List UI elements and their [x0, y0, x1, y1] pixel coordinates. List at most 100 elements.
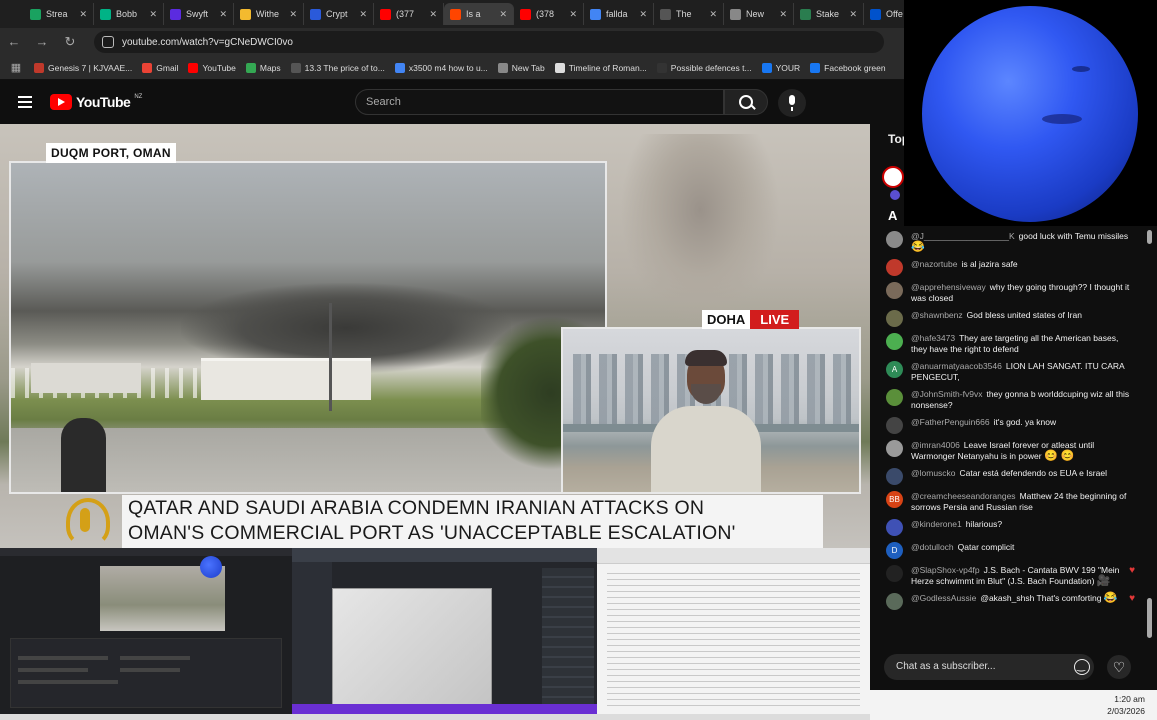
- browser-tab[interactable]: Swyft ✕: [164, 3, 234, 25]
- browser-tab[interactable]: The ✕: [654, 3, 724, 25]
- chat-message[interactable]: @apprehensiveway why they going through??…: [870, 279, 1145, 307]
- chat-message[interactable]: @shawnbenz God bless united states of Ira…: [870, 307, 1145, 330]
- message-author[interactable]: @JohnSmith-fv9vx: [911, 389, 982, 399]
- message-author[interactable]: @lomuscko: [911, 468, 956, 478]
- youtube-logo[interactable]: YouTube NZ: [50, 94, 142, 110]
- window-thumbnail-document[interactable]: [597, 548, 870, 714]
- user-avatar[interactable]: [886, 333, 903, 350]
- browser-tab[interactable]: Strea ✕: [24, 3, 94, 25]
- close-tab-icon[interactable]: ✕: [219, 9, 227, 20]
- message-author[interactable]: @dotulloch: [911, 542, 954, 552]
- user-avatar[interactable]: [886, 282, 903, 299]
- chat-message[interactable]: @imran4006 Leave Israel forever or atleas…: [870, 437, 1145, 465]
- user-avatar[interactable]: BB: [886, 491, 903, 508]
- user-avatar[interactable]: [886, 440, 903, 457]
- chat-input[interactable]: Chat as a subscriber...: [884, 654, 1094, 680]
- browser-tab[interactable]: (377 ✕: [374, 3, 444, 25]
- chat-message[interactable]: D @dotulloch Qatar complicit: [870, 539, 1145, 562]
- user-avatar[interactable]: [886, 565, 903, 582]
- bookmark-item[interactable]: Facebook green: [810, 62, 886, 73]
- close-tab-icon[interactable]: ✕: [499, 9, 507, 20]
- bookmark-item[interactable]: Gmail: [142, 62, 178, 73]
- voice-search-button[interactable]: [778, 89, 806, 117]
- scroll-thumb[interactable]: [1147, 230, 1152, 244]
- site-info-icon[interactable]: [102, 36, 114, 48]
- apps-grid-icon[interactable]: ▦: [8, 60, 24, 76]
- bookmark-item[interactable]: 13.3 The price of to...: [290, 62, 385, 73]
- user-avatar[interactable]: [886, 389, 903, 406]
- reload-icon[interactable]: ↻: [62, 34, 78, 50]
- browser-tab[interactable]: Withe ✕: [234, 3, 304, 25]
- close-tab-icon[interactable]: ✕: [569, 9, 577, 20]
- message-author[interactable]: @imran4006: [911, 440, 960, 450]
- message-author[interactable]: @J__________________K: [911, 231, 1015, 241]
- browser-tab[interactable]: (378 ✕: [514, 3, 584, 25]
- chat-message[interactable]: @hafe3473 They are targeting all the Amer…: [870, 330, 1145, 358]
- chat-message[interactable]: @FatherPenguin666 it's god. ya know: [870, 414, 1145, 437]
- chat-message[interactable]: @lomuscko Catar está defendendo os EUA e …: [870, 465, 1145, 488]
- user-avatar[interactable]: [886, 593, 903, 610]
- browser-tab[interactable]: Bobb ✕: [94, 3, 164, 25]
- bookmark-item[interactable]: x3500 m4 how to u...: [394, 62, 488, 73]
- video-player[interactable]: DUQM PORT, OMAN DOHA LIVE QATAR AND SAUD…: [0, 124, 870, 548]
- message-author[interactable]: @nazortube: [911, 259, 957, 269]
- search-button[interactable]: [724, 89, 768, 115]
- message-author[interactable]: @creamcheeseandoranges: [911, 491, 1016, 501]
- bookmark-item[interactable]: Maps: [245, 62, 281, 73]
- close-tab-icon[interactable]: ✕: [79, 9, 87, 20]
- chat-scrollbar[interactable]: [1147, 228, 1153, 648]
- chat-message[interactable]: A @anuarmatyaacob3546 LION LAH SANGAT. ITU…: [870, 358, 1145, 386]
- back-icon[interactable]: ←: [6, 34, 22, 50]
- chat-message[interactable]: BB @creamcheeseandoranges Matthew 24 the b…: [870, 488, 1145, 516]
- bookmark-item[interactable]: Timeline of Roman...: [554, 62, 647, 73]
- browser-tab[interactable]: Crypt ✕: [304, 3, 374, 25]
- browser-tab[interactable]: Stake ✕: [794, 3, 864, 25]
- message-author[interactable]: @SlapShox-vp4fp: [911, 565, 980, 575]
- close-tab-icon[interactable]: ✕: [639, 9, 647, 20]
- address-bar[interactable]: youtube.com/watch?v=gCNeDWCI0vo: [94, 31, 884, 53]
- message-author[interactable]: @kinderone1: [911, 519, 962, 529]
- chat-message[interactable]: @J__________________K good luck with Temu…: [870, 228, 1145, 256]
- browser-tab[interactable]: New ✕: [724, 3, 794, 25]
- emoji-icon[interactable]: [1074, 659, 1090, 675]
- user-avatar[interactable]: [886, 417, 903, 434]
- close-tab-icon[interactable]: ✕: [709, 9, 717, 20]
- browser-tab[interactable]: fallda ✕: [584, 3, 654, 25]
- menu-icon[interactable]: [18, 96, 32, 108]
- user-avatar[interactable]: [886, 231, 903, 248]
- user-avatar[interactable]: [886, 468, 903, 485]
- message-author[interactable]: @anuarmatyaacob3546: [911, 361, 1002, 371]
- message-author[interactable]: @apprehensiveway: [911, 282, 986, 292]
- close-tab-icon[interactable]: ✕: [429, 9, 437, 20]
- browser-tab[interactable]: Is a ✕: [444, 3, 514, 25]
- browser-tab[interactable]: Offe✕: [864, 3, 904, 25]
- bookmark-item[interactable]: YOUR: [761, 62, 800, 73]
- user-avatar[interactable]: D: [886, 542, 903, 559]
- message-author[interactable]: @hafe3473: [911, 333, 955, 343]
- system-clock[interactable]: 1:20 am 2/03/2026: [1107, 693, 1145, 717]
- close-tab-icon[interactable]: ✕: [359, 9, 367, 20]
- bookmark-item[interactable]: Possible defences t...: [656, 62, 752, 73]
- chat-message[interactable]: @nazortube is al jazira safe: [870, 256, 1145, 279]
- forward-icon[interactable]: →: [34, 34, 50, 50]
- window-thumbnail-stream[interactable]: [292, 548, 597, 714]
- search-input[interactable]: Search: [355, 89, 724, 115]
- message-author[interactable]: @FatherPenguin666: [911, 417, 990, 427]
- scroll-thumb[interactable]: [1147, 598, 1152, 638]
- chat-message[interactable]: ♥ @SlapShox-vp4fp J.S. Bach - Cantata BWV …: [870, 562, 1145, 590]
- user-avatar[interactable]: A: [886, 361, 903, 378]
- close-tab-icon[interactable]: ✕: [149, 9, 157, 20]
- heart-icon[interactable]: ♡: [1107, 655, 1131, 679]
- bookmark-item[interactable]: New Tab: [497, 62, 545, 73]
- user-avatar[interactable]: [886, 310, 903, 327]
- close-tab-icon[interactable]: ✕: [849, 9, 857, 20]
- close-tab-icon[interactable]: ✕: [289, 9, 297, 20]
- bookmark-item[interactable]: Genesis 7 | KJVAAE...: [34, 62, 132, 73]
- chat-message[interactable]: @JohnSmith-fv9vx they gonna b worlddcupin…: [870, 386, 1145, 414]
- bookmark-item[interactable]: YouTube: [188, 62, 236, 73]
- user-avatar[interactable]: [886, 519, 903, 536]
- close-tab-icon[interactable]: ✕: [779, 9, 787, 20]
- message-author[interactable]: @GodlessAussie: [911, 593, 976, 603]
- user-avatar[interactable]: [886, 259, 903, 276]
- chat-message[interactable]: @kinderone1 hilarious?: [870, 516, 1145, 539]
